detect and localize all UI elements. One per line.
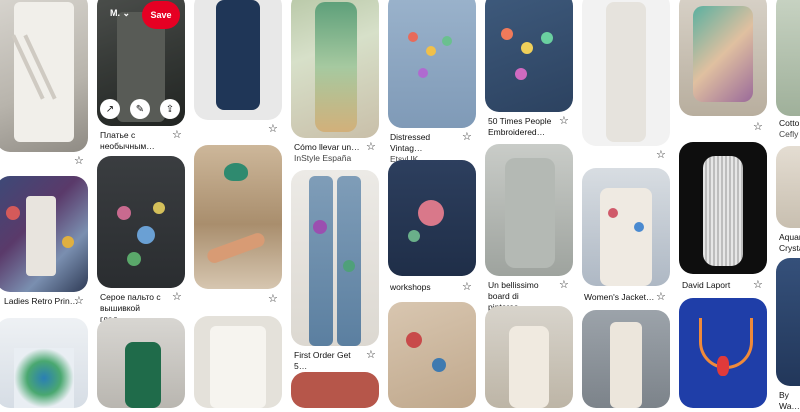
pin-image (125, 342, 161, 408)
pin-beaded-necklace[interactable] (679, 298, 767, 408)
pin-leaf-sculpted-top[interactable] (485, 144, 573, 276)
pin-image (600, 188, 652, 286)
arrow-up-right-icon[interactable]: ↗ (100, 99, 120, 119)
pin-title: Платье с необычным… (100, 130, 155, 151)
pin-title: Aquar… Crysta… (779, 232, 800, 253)
pin-butterfly-heels[interactable] (194, 145, 282, 289)
save-star-icon[interactable]: ☆ (366, 142, 376, 153)
pin-embroidered-coat[interactable] (97, 156, 185, 288)
save-star-icon[interactable]: ☆ (753, 280, 763, 291)
pin-title: Women's Jacket… (584, 292, 655, 302)
pin-title: Cómo llevar un… InStyle España (294, 142, 364, 164)
pin-floral-tshirt[interactable] (0, 318, 88, 408)
pin-image (26, 196, 56, 276)
pin-embroidered-jacket-closeup[interactable] (485, 0, 573, 112)
pin-image (309, 176, 333, 346)
pin-image (216, 0, 260, 110)
save-star-icon[interactable]: ☆ (366, 350, 376, 361)
pin-bywa-partial[interactable] (776, 258, 800, 386)
save-star-icon[interactable]: ☆ (74, 156, 84, 167)
butterfly-icon (224, 163, 248, 181)
pin-cotton-partial[interactable] (776, 0, 800, 116)
save-star-icon[interactable]: ☆ (656, 150, 666, 161)
save-star-icon[interactable]: ☆ (656, 292, 666, 303)
pin-image (210, 326, 266, 408)
share-icon[interactable]: ⇪ (160, 99, 180, 119)
pin-title: David Laport (682, 280, 731, 290)
pin-source: InStyle España (294, 153, 352, 163)
save-star-icon[interactable]: ☆ (268, 294, 278, 305)
save-star-icon[interactable]: ☆ (753, 122, 763, 133)
pin-title: First Order Get 5… (294, 350, 351, 371)
pin-image (205, 231, 267, 265)
pin-title: By Wa… (779, 390, 800, 411)
pin-aquarius-partial[interactable] (776, 146, 800, 228)
pin-partial-bottom[interactable] (291, 372, 379, 408)
board-picker[interactable]: M. ⌄ (110, 8, 130, 19)
pin-navy-jacket[interactable] (194, 0, 282, 120)
pin-embroidered-denim-jacket[interactable] (388, 160, 476, 276)
save-star-icon[interactable]: ☆ (462, 282, 472, 293)
save-button[interactable]: Save (142, 1, 180, 29)
pin-image (505, 158, 555, 268)
pin-floral-duster[interactable] (291, 0, 379, 138)
pin-title: 50 Times People Embroidered… (488, 116, 552, 137)
save-star-icon[interactable]: ☆ (559, 280, 569, 291)
pin-runway-embroidered-coat[interactable] (582, 310, 670, 408)
pin-source: Cefly (779, 129, 799, 139)
save-star-icon[interactable]: ☆ (74, 296, 84, 307)
pin-image (315, 2, 357, 132)
pin-image (610, 322, 642, 408)
pin-floral-armchair[interactable] (679, 0, 767, 116)
pencil-icon[interactable]: ✎ (130, 99, 150, 119)
pin-floral-jacket-woman[interactable] (582, 168, 670, 286)
pin-retro-print-jacket[interactable] (0, 176, 88, 292)
pin-white-cutout-jacket[interactable] (0, 0, 88, 152)
save-star-icon[interactable]: ☆ (462, 132, 472, 143)
pin-white-blazer[interactable] (194, 316, 282, 408)
pin-pleated-dress[interactable] (679, 142, 767, 274)
pin-image (703, 156, 743, 266)
pin-title: Cotto… Cefly (779, 118, 800, 140)
pin-image (509, 326, 549, 408)
save-star-icon[interactable]: ☆ (268, 124, 278, 135)
pin-green-fur-coat[interactable] (97, 318, 185, 408)
pin-distressed-jeans[interactable] (388, 0, 476, 128)
pin-image (693, 6, 753, 102)
pin-embroidered-jeans[interactable] (291, 170, 379, 346)
save-star-icon[interactable]: ☆ (172, 130, 182, 141)
save-star-icon[interactable]: ☆ (172, 292, 182, 303)
pin-embroidered-back[interactable] (485, 306, 573, 408)
pin-title: Ladies Retro Prin… (4, 296, 79, 306)
chevron-down-icon: ⌄ (122, 8, 131, 18)
pin-white-ruffle-suit[interactable] (582, 0, 670, 146)
save-star-icon[interactable]: ☆ (559, 116, 569, 127)
pin-floral-shirt[interactable] (388, 302, 476, 408)
pin-image (14, 348, 74, 408)
pin-image (606, 2, 646, 142)
pin-title: workshops (390, 282, 431, 292)
